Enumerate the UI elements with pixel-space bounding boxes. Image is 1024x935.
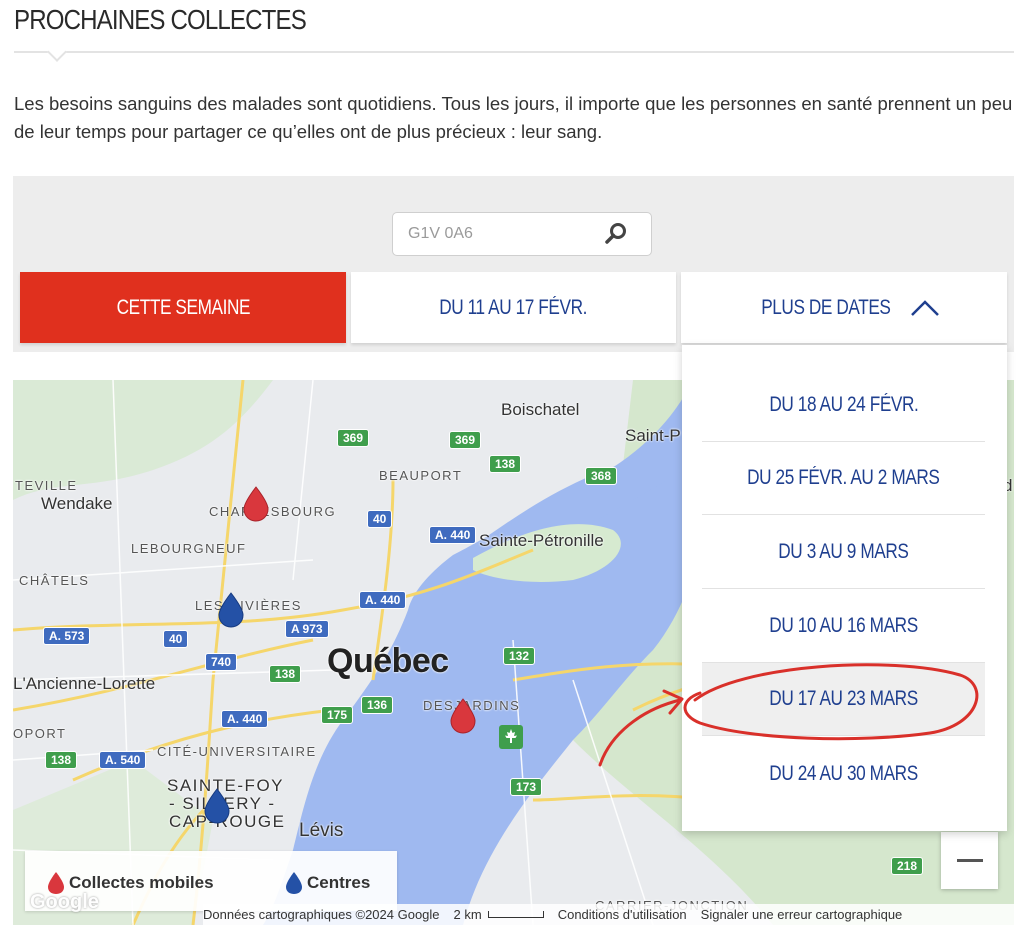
- zoom-out-button[interactable]: [941, 832, 998, 889]
- map-label-lebourgneuf: LEBOURGNEUF: [131, 541, 247, 556]
- more-dates-dropdown: DU 18 AU 24 FÉVR. DU 25 FÉVR. AU 2 MARS …: [682, 345, 1007, 831]
- tab-this-week-label: CETTE SEMAINE: [116, 295, 250, 319]
- legend-mobile-label: Collectes mobiles: [69, 873, 214, 892]
- map-label-sainte-petronille: Sainte-Pétronille: [479, 531, 604, 550]
- route-shield-173: 173: [510, 778, 543, 796]
- dropdown-item-mar-17[interactable]: DU 17 AU 23 MARS: [702, 663, 985, 736]
- mobile-collection-pin[interactable]: [242, 486, 270, 522]
- tab-next-week-label: DU 11 AU 17 FÉVR.: [439, 295, 588, 319]
- map-label-charlesbourg: CHARLESBOURG: [209, 504, 337, 519]
- title-divider-notch: [47, 42, 67, 62]
- route-shield-a440-west: A. 440: [221, 710, 269, 728]
- search-input[interactable]: [393, 213, 603, 255]
- map-label-levis: Lévis: [299, 820, 344, 841]
- centre-pin-sainte-foy[interactable]: [203, 788, 231, 824]
- google-logo: Google: [30, 891, 99, 913]
- centre-drop-icon: [286, 872, 302, 894]
- legend-centres: Centres: [285, 871, 370, 895]
- route-shield-a973: A 973: [285, 620, 329, 638]
- map-label-ancienne-lorette: L'Ancienne-Lorette: [13, 674, 156, 693]
- route-shield-a440-east: A. 440: [429, 526, 477, 544]
- map-data-credit: Données cartographiques ©2024 Google: [203, 907, 440, 922]
- intro-text: Les besoins sanguins des malades sont qu…: [14, 93, 1013, 142]
- map-label-saint-p: Saint-P: [625, 426, 681, 445]
- dropdown-item-label: DU 10 AU 16 MARS: [769, 614, 918, 637]
- route-shield-369-west: 369: [337, 429, 370, 447]
- dropdown-item-label: DU 24 AU 30 MARS: [769, 761, 918, 785]
- map-scale-bar: [487, 911, 544, 918]
- terms-link[interactable]: Conditions d'utilisation: [558, 907, 687, 922]
- map-label-quebec: Québec: [327, 642, 449, 680]
- map-label-les-rivieres: LES RIVIÈRES: [195, 598, 302, 613]
- map-label-teville: TEVILLE: [15, 478, 78, 493]
- route-shield-132: 132: [503, 647, 536, 665]
- route-shield-740: 740: [205, 653, 238, 671]
- route-shield-138-south: 138: [45, 751, 78, 769]
- dropdown-item-label: DU 17 AU 23 MARS: [769, 687, 918, 710]
- route-shield-175: 175: [321, 706, 354, 724]
- route-shield-369-east: 369: [449, 431, 482, 449]
- tab-this-week[interactable]: CETTE SEMAINE: [20, 272, 346, 343]
- map-scale-label[interactable]: 2 km: [454, 907, 482, 922]
- report-error-link[interactable]: Signaler une erreur cartographique: [701, 907, 903, 922]
- map-attribution-bar: Données cartographiques ©2024 Google 2 k…: [203, 904, 1014, 925]
- route-shield-a540: A. 540: [99, 751, 147, 769]
- legend-centres-label: Centres: [307, 873, 371, 892]
- map-label-wendake: Wendake: [41, 494, 113, 513]
- maple-leaf-poi-icon: [499, 725, 523, 749]
- tab-more-dates[interactable]: PLUS DE DATES: [681, 272, 1007, 343]
- route-shield-368: 368: [585, 467, 618, 485]
- dropdown-item-mar-24[interactable]: DU 24 AU 30 MARS: [702, 737, 985, 810]
- route-shield-136: 136: [361, 696, 394, 714]
- tab-more-dates-label: PLUS DE DATES: [761, 295, 891, 319]
- chevron-up-icon: [910, 299, 939, 316]
- map-label-chatels: CHÂTELS: [19, 573, 90, 588]
- route-shield-138-centre: 138: [269, 665, 302, 683]
- map-label-beauport: BEAUPORT: [379, 468, 463, 483]
- dropdown-item-feb-25[interactable]: DU 25 FÉVR. AU 2 MARS: [702, 442, 985, 515]
- centre-pin-les-rivieres[interactable]: [217, 592, 245, 628]
- dropdown-item-mar-10[interactable]: DU 10 AU 16 MARS: [702, 590, 985, 663]
- route-shield-a440-centre: A. 440: [359, 591, 407, 609]
- dropdown-item-label: DU 25 FÉVR. AU 2 MARS: [747, 466, 940, 489]
- route-shield-40-west: 40: [163, 630, 189, 648]
- map-label-cite-universitaire: CITÉ-UNIVERSITAIRE: [157, 744, 317, 759]
- route-shield-a573: A. 573: [43, 627, 91, 645]
- dropdown-item-label: DU 3 AU 9 MARS: [778, 540, 909, 563]
- minus-icon: [956, 859, 983, 862]
- dropdown-item-feb-18[interactable]: DU 18 AU 24 FÉVR.: [702, 369, 985, 442]
- search-icon[interactable]: [604, 222, 628, 246]
- map-label-boischatel: Boischatel: [501, 400, 580, 419]
- title-divider: [14, 51, 1014, 53]
- route-shield-218: 218: [891, 857, 924, 875]
- dropdown-item-mar-3[interactable]: DU 3 AU 9 MARS: [702, 516, 985, 589]
- route-shield-138-north: 138: [489, 455, 522, 473]
- page-title: PROCHAINES COLLECTES: [14, 4, 307, 35]
- map-label-oport: OPORT: [13, 726, 67, 741]
- tab-next-week[interactable]: DU 11 AU 17 FÉVR.: [351, 272, 676, 343]
- route-shield-40-north: 40: [367, 510, 393, 528]
- dropdown-item-label: DU 18 AU 24 FÉVR.: [768, 393, 919, 416]
- mobile-collection-pin-desjardins[interactable]: [449, 698, 477, 734]
